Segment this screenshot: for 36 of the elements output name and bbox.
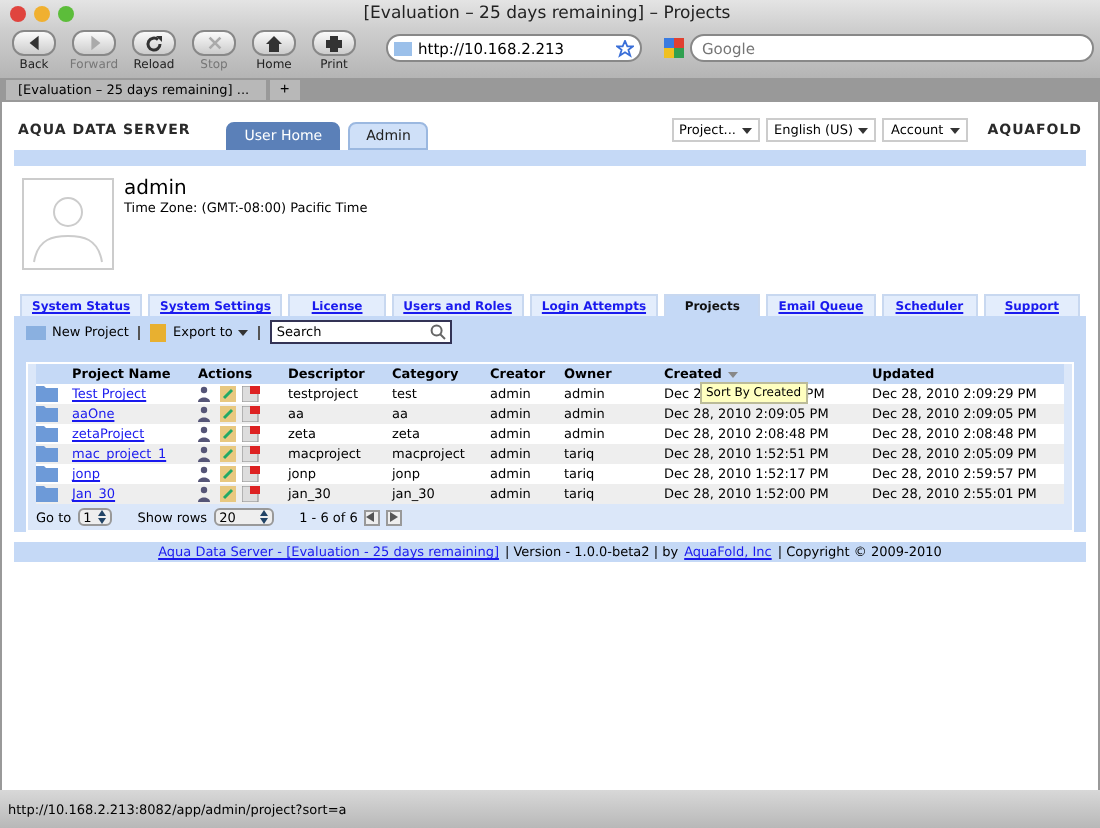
caret-icon bbox=[949, 127, 960, 133]
users-icon[interactable] bbox=[198, 426, 214, 442]
delete-icon[interactable] bbox=[242, 386, 260, 402]
toolbar-icon bbox=[192, 30, 236, 56]
users-icon[interactable] bbox=[198, 386, 214, 402]
page-icon bbox=[394, 40, 412, 56]
previous-page-button[interactable] bbox=[363, 509, 380, 525]
caret-icon bbox=[238, 329, 249, 335]
caret-icon bbox=[741, 127, 752, 133]
next-page-button[interactable] bbox=[385, 509, 402, 525]
delete-icon[interactable] bbox=[242, 446, 260, 462]
toolbar-icon bbox=[312, 30, 356, 56]
toolbar-icon bbox=[12, 30, 56, 56]
search-icon bbox=[430, 324, 447, 340]
toolbar-icon bbox=[252, 30, 296, 56]
window-title: [Evaluation – 25 days remaining] – Projects bbox=[363, 4, 731, 24]
search-engine-icon[interactable] bbox=[662, 36, 686, 60]
user-name: admin bbox=[124, 178, 189, 200]
toolbar-icon bbox=[72, 30, 116, 56]
caret-icon bbox=[858, 127, 869, 133]
delete-icon[interactable] bbox=[242, 466, 260, 482]
users-icon[interactable] bbox=[198, 486, 214, 502]
sort-icon[interactable] bbox=[727, 371, 738, 377]
stepper-arrows-icon[interactable] bbox=[259, 510, 268, 524]
avatar-icon bbox=[22, 178, 114, 270]
delete-icon[interactable] bbox=[242, 426, 260, 442]
users-icon[interactable] bbox=[198, 466, 214, 482]
toolbar-icon bbox=[132, 30, 176, 56]
users-icon[interactable] bbox=[198, 446, 214, 462]
new-tab-button[interactable]: + bbox=[270, 80, 300, 100]
stepper-arrows-icon[interactable] bbox=[97, 510, 106, 524]
users-icon[interactable] bbox=[198, 406, 214, 422]
delete-icon[interactable] bbox=[242, 406, 260, 422]
delete-icon[interactable] bbox=[242, 486, 260, 502]
star-icon[interactable] bbox=[616, 39, 634, 57]
close-button[interactable] bbox=[10, 6, 26, 22]
